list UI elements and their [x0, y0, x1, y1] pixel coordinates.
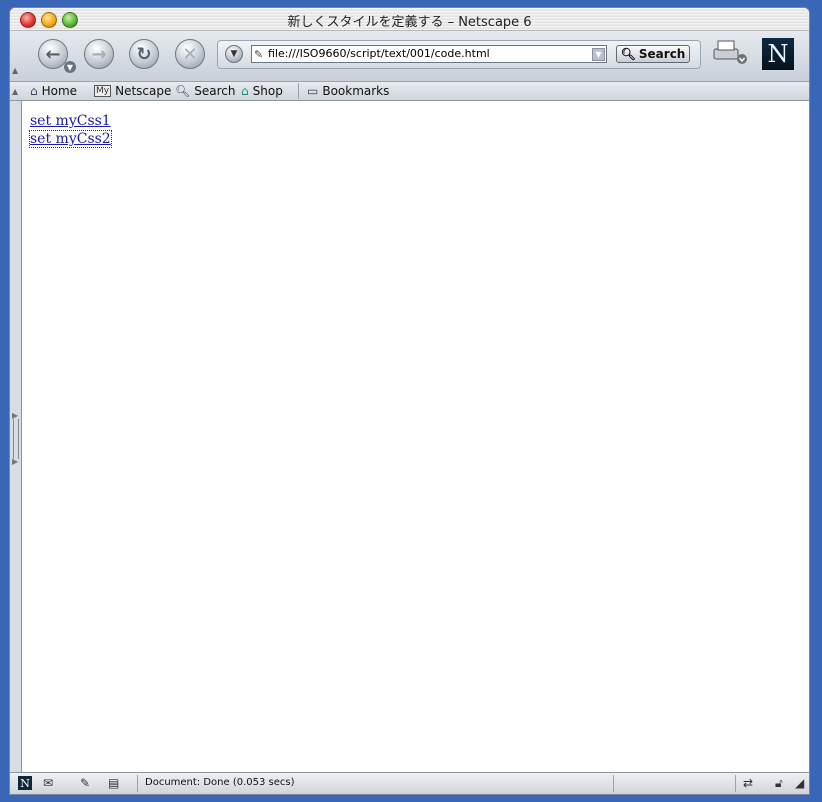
my-netscape-icon: My — [94, 85, 112, 97]
browser-window: 新しくスタイルを定義する – Netscape 6 ▲ ← ▼ → ↻ ✕ ▼ … — [9, 7, 810, 795]
stop-icon: ✕ — [182, 43, 198, 65]
back-history-dropdown[interactable]: ▼ — [64, 61, 76, 73]
online-connection-icon[interactable]: ⇄ — [743, 776, 753, 790]
back-arrow-icon: ← — [45, 43, 61, 65]
history-button[interactable]: ▼ — [225, 45, 243, 63]
sidebar-grip-notch — [13, 419, 19, 459]
print-button[interactable] — [710, 37, 750, 71]
url-dropdown-button[interactable]: ▼ — [592, 48, 605, 61]
url-input[interactable]: file:///ISO9660/script/text/001/code.htm… — [251, 45, 607, 63]
personal-item-bookmarks[interactable]: ▭ Bookmarks — [307, 84, 389, 98]
title-bar[interactable]: 新しくスタイルを定義する – Netscape 6 — [10, 8, 809, 31]
page-proxy-icon[interactable]: ✎ — [254, 48, 263, 61]
netscape-n-glyph: N — [18, 776, 32, 790]
status-divider — [613, 775, 614, 792]
magnifier-icon: 🔍︎ — [620, 47, 636, 61]
personal-item-home[interactable]: ⌂ Home — [30, 84, 77, 98]
shop-icon: ⌂ — [241, 84, 249, 98]
status-bar: N ✉ ✎ ▤ Document: Done (0.053 secs) ⇄ 🔓︎… — [10, 772, 809, 794]
navigation-toolbar: ▲ ← ▼ → ↻ ✕ ▼ file:///ISO9660/script/tex… — [10, 31, 809, 82]
personal-item-label: Bookmarks — [322, 84, 390, 98]
set-mycss2-link[interactable]: set myCss2 — [29, 130, 112, 148]
chevron-down-icon: ▼ — [230, 49, 238, 59]
mail-icon[interactable]: ✉ — [43, 776, 53, 790]
personal-item-label: Shop — [252, 84, 283, 98]
home-icon: ⌂ — [30, 84, 38, 98]
personal-toolbar: ▲ ⌂ Home My Netscape 🔍︎ Search ⌂ Shop ▭ … — [10, 82, 809, 101]
search-button-label: Search — [638, 47, 686, 61]
personal-toolbar-grip[interactable]: ▲ — [12, 88, 20, 96]
reload-button[interactable]: ↻ — [129, 39, 159, 69]
chevron-down-icon: ▼ — [66, 62, 74, 72]
personal-item-search[interactable]: 🔍︎ Search — [175, 84, 235, 98]
reload-icon: ↻ — [136, 43, 152, 65]
search-button[interactable]: 🔍︎ Search — [616, 45, 690, 63]
toolbar-separator — [298, 83, 299, 99]
printer-icon — [713, 40, 747, 64]
personal-item-my-netscape[interactable]: My Netscape — [94, 84, 171, 98]
page-content: set myCss1 set myCss2 — [21, 101, 809, 772]
url-bar-container: ▼ file:///ISO9660/script/text/001/code.h… — [217, 40, 701, 69]
search-icon: 🔍︎ — [175, 84, 191, 98]
forward-arrow-icon: → — [91, 43, 107, 65]
sidebar-grippy[interactable]: ▶ ▶ — [10, 101, 21, 772]
security-lock-icon[interactable]: 🔓︎ — [775, 776, 783, 790]
address-book-icon[interactable]: ▤ — [108, 776, 119, 790]
set-mycss1-link[interactable]: set myCss1 — [30, 113, 111, 129]
toolbar-collapse-grip[interactable]: ▲ — [12, 67, 20, 75]
netscape-logo[interactable]: N — [762, 38, 794, 70]
status-divider — [137, 775, 138, 792]
resize-grip-icon[interactable]: ◢ — [795, 776, 804, 790]
personal-item-label: Netscape — [115, 84, 172, 98]
netscape-n-icon[interactable]: N — [18, 776, 32, 790]
status-divider — [735, 775, 736, 792]
personal-item-shop[interactable]: ⌂ Shop — [241, 84, 283, 98]
forward-button[interactable]: → — [84, 39, 114, 69]
stop-button[interactable]: ✕ — [175, 39, 205, 69]
personal-item-label: Search — [194, 84, 236, 98]
personal-item-label: Home — [41, 84, 78, 98]
composer-icon[interactable]: ✎ — [80, 776, 90, 790]
sidebar-open-arrow-icon: ▶ — [12, 457, 19, 466]
window-title: 新しくスタイルを定義する – Netscape 6 — [287, 15, 532, 30]
bookmarks-folder-icon: ▭ — [307, 84, 319, 98]
svg-text:N: N — [20, 777, 30, 790]
status-text: Document: Done (0.053 secs) — [145, 777, 295, 788]
